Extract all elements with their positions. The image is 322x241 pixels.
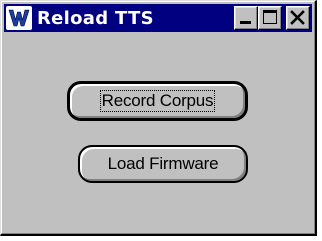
- close-button[interactable]: [286, 6, 310, 30]
- record-corpus-label: Record Corpus: [99, 90, 216, 112]
- app-window: Reload TTS Record Corpus Load Firmware: [0, 0, 317, 236]
- close-icon: [290, 10, 305, 25]
- load-firmware-button[interactable]: Load Firmware: [78, 145, 248, 183]
- app-icon[interactable]: [6, 6, 32, 30]
- minimize-button[interactable]: [234, 6, 258, 30]
- record-corpus-button[interactable]: Record Corpus: [67, 81, 248, 121]
- maximize-button[interactable]: [258, 6, 282, 30]
- load-firmware-label: Load Firmware: [107, 154, 219, 173]
- title-bar[interactable]: Reload TTS: [4, 4, 312, 32]
- minimize-icon: [240, 21, 251, 24]
- maximize-icon: [263, 10, 277, 24]
- window-title: Reload TTS: [37, 7, 154, 29]
- window-controls: [234, 6, 310, 30]
